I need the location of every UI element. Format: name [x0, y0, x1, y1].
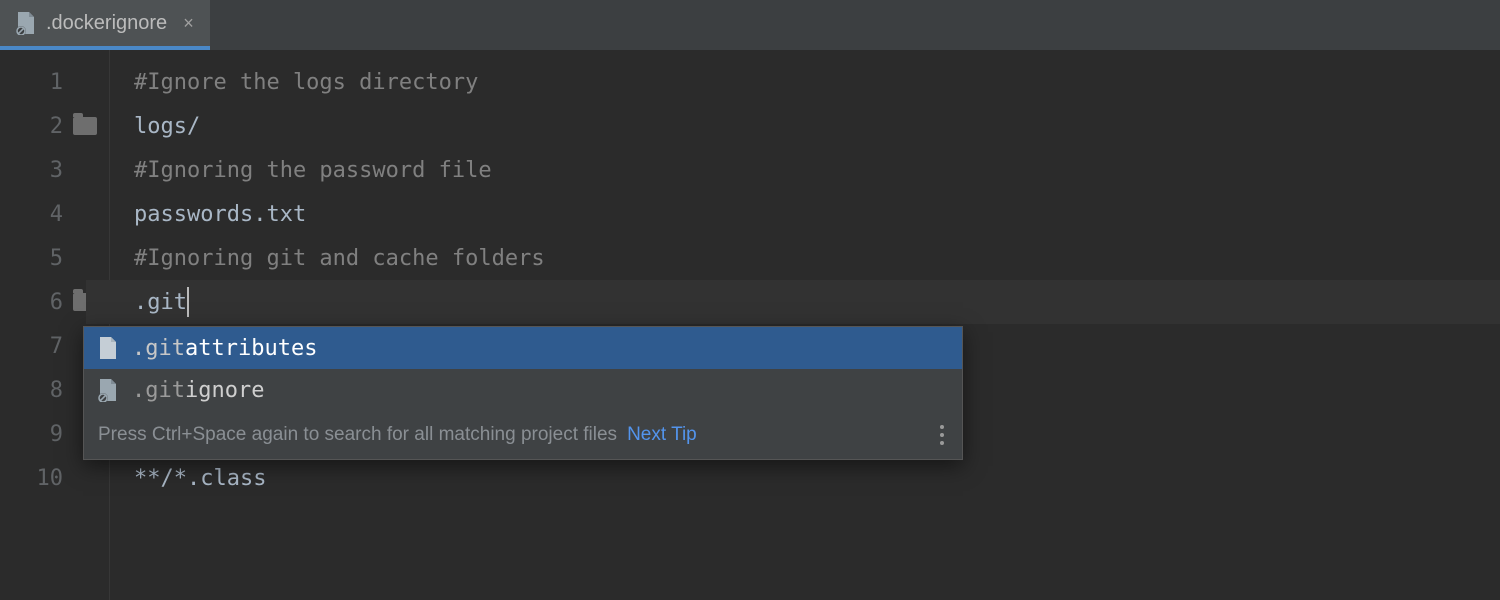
completion-popup: .gitattributes .gitignore Press Ctrl+Spac… [83, 326, 963, 460]
code-line[interactable]: #Ignoring the password file [134, 148, 1500, 192]
completion-item[interactable]: .gitignore [84, 369, 962, 411]
line-number: 8 [33, 378, 63, 403]
comment-text: #Ignoring the password file [134, 158, 492, 183]
code-text: passwords.txt [134, 202, 306, 227]
line-number: 3 [33, 158, 63, 183]
gutter-row: 5 [0, 236, 109, 280]
code-line[interactable]: **/*.class [134, 456, 1500, 500]
code-text: .git [134, 290, 187, 315]
code-text: **/*.class [134, 466, 266, 491]
gutter-row: 1 [0, 60, 109, 104]
file-ignore-icon [98, 378, 118, 402]
file-icon [98, 336, 118, 360]
editor-tab[interactable]: .dockerignore × [0, 0, 210, 50]
completion-text: .gitignore [132, 378, 264, 403]
folder-icon [73, 117, 97, 135]
line-number: 1 [33, 70, 63, 95]
tab-bar: .dockerignore × [0, 0, 1500, 50]
line-number: 6 [33, 290, 63, 315]
comment-text: #Ignore the logs directory [134, 70, 478, 95]
line-number: 7 [33, 334, 63, 359]
more-options-button[interactable] [936, 421, 948, 449]
completion-hint-text: Press Ctrl+Space again to search for all… [98, 424, 617, 446]
line-number: 5 [33, 246, 63, 271]
current-line-highlight [86, 280, 1500, 324]
editor: 1 2 3 4 5 6 7 8 9 10 #Ignore the logs directory lo… [0, 50, 1500, 600]
code-area[interactable]: #Ignore the logs directory logs/ #Ignoring… [110, 50, 1500, 600]
gutter-row: 2 [0, 104, 109, 148]
gutter-row: 4 [0, 192, 109, 236]
line-number: 10 [33, 466, 63, 491]
code-line[interactable]: logs/ [134, 104, 1500, 148]
gutter: 1 2 3 4 5 6 7 8 9 10 [0, 50, 110, 600]
line-number: 9 [33, 422, 63, 447]
close-tab-button[interactable]: × [183, 13, 194, 34]
text-caret [187, 287, 189, 317]
code-line[interactable]: #Ignore the logs directory [134, 60, 1500, 104]
code-text: logs/ [134, 114, 200, 139]
completion-text: .gitattributes [132, 336, 317, 361]
line-number: 4 [33, 202, 63, 227]
line-number: 2 [33, 114, 63, 139]
completion-item[interactable]: .gitattributes [84, 327, 962, 369]
comment-text: #Ignoring git and cache folders [134, 246, 545, 271]
file-ignore-icon [16, 11, 36, 35]
code-line[interactable]: #Ignoring git and cache folders [134, 236, 1500, 280]
tab-filename: .dockerignore [46, 12, 167, 35]
code-line[interactable]: passwords.txt [134, 192, 1500, 236]
gutter-row: 3 [0, 148, 109, 192]
gutter-row: 10 [0, 456, 109, 500]
next-tip-link[interactable]: Next Tip [627, 424, 697, 446]
completion-footer: Press Ctrl+Space again to search for all… [84, 411, 962, 459]
